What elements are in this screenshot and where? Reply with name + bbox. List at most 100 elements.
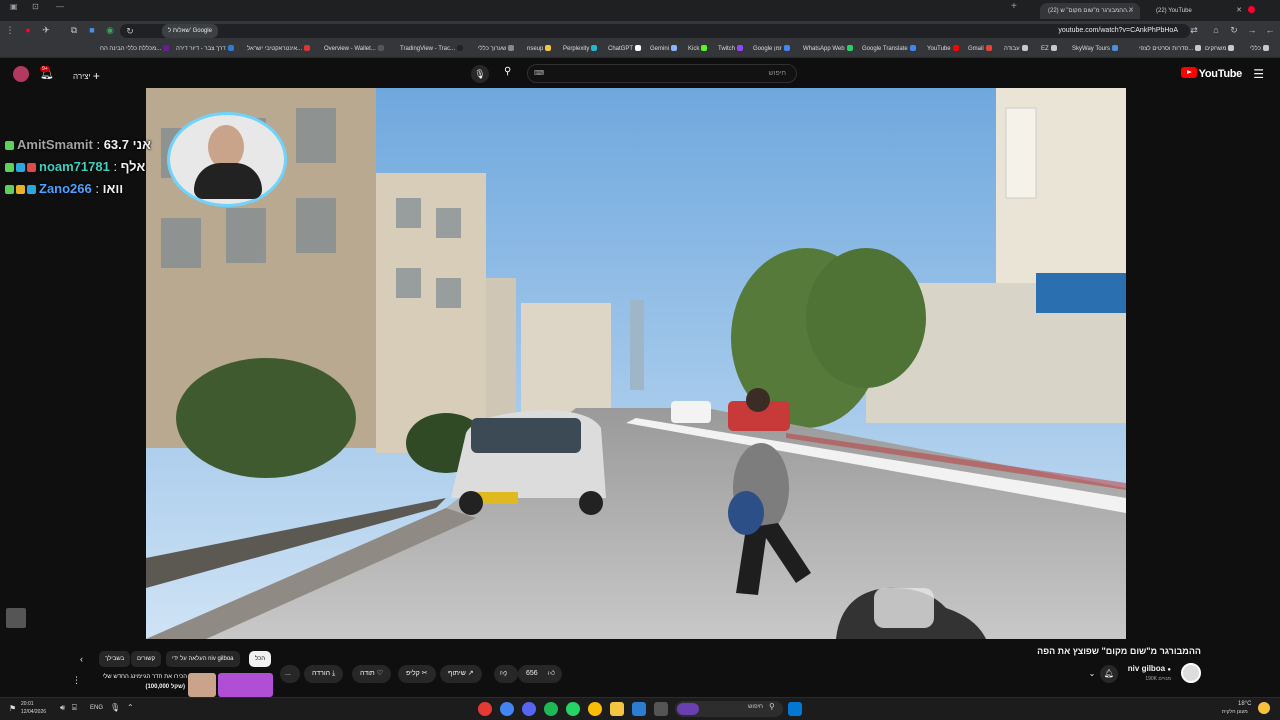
reload-icon[interactable]: ↻ (1228, 24, 1240, 36)
channel-avatar[interactable] (1181, 663, 1201, 683)
clip-button[interactable]: קליפ ✂ (398, 665, 436, 683)
spotify-icon[interactable] (544, 702, 558, 716)
whatsapp-icon[interactable] (566, 702, 580, 716)
bookmark-item[interactable]: Kick (688, 45, 708, 54)
chrome-icon[interactable] (500, 702, 514, 716)
tab-youtube[interactable]: (22) YouTube ✕ (1148, 3, 1248, 19)
notification-icon[interactable]: ⚑ (9, 704, 16, 713)
share-button[interactable]: שיתוף ↗ (440, 665, 482, 683)
taskbar-search-input[interactable]: חיפוש ⚲ (675, 701, 783, 717)
address-bar[interactable]: ↻ שאלות ל' Google youtube.com/watch?v=CA… (120, 24, 1190, 38)
menu-dots-icon[interactable]: ⋮ (4, 24, 16, 36)
search-icon[interactable]: ⚲ (504, 66, 511, 77)
extension-icon[interactable]: ✈ (40, 24, 52, 36)
minimize-icon[interactable]: — (56, 2, 64, 11)
bookmark-item[interactable]: Overview - Wallet... (324, 45, 384, 54)
tab-video[interactable]: (22) ההמבורגר מ"שום מקום" ש... ✕ (1040, 3, 1140, 19)
bookmark-item[interactable]: Gmail (968, 45, 992, 54)
clock-time[interactable]: 20:01 (21, 701, 34, 707)
dislike-button[interactable]: 👎︎ (494, 665, 518, 683)
bookmark-item[interactable]: Twitch (718, 45, 744, 54)
bookmark-item[interactable]: Gemini (650, 45, 678, 54)
microphone-icon[interactable]: 🎙︎ (471, 65, 489, 83)
bookmark-item[interactable]: Google זמן (753, 45, 790, 54)
more-actions-button[interactable]: ... (280, 665, 300, 683)
chat-badge-icon (5, 185, 14, 194)
bookmark-item[interactable]: Perplexity (563, 45, 598, 54)
mic-icon[interactable]: 🎙︎ (110, 703, 120, 712)
search-input[interactable]: ⚲ ⌨ חיפוש (504, 64, 797, 83)
home-icon[interactable]: ⌂ (1210, 24, 1222, 36)
window-menu-icon[interactable]: ▣ (10, 2, 18, 11)
channel-name[interactable]: niv gilboa ● (1128, 664, 1171, 673)
thanks-button[interactable]: תודה ♡ (352, 665, 391, 683)
bookmark-item[interactable]: אינטראקטיבי ישראל... (247, 45, 311, 54)
download-button[interactable]: הורדה ⤓ (304, 665, 344, 683)
chrome-profile-icon[interactable] (588, 702, 602, 716)
extension-icon[interactable]: ■ (86, 24, 98, 36)
chip-related[interactable]: קשורים (131, 651, 162, 667)
chevron-left-icon[interactable]: ‹ (80, 654, 83, 664)
extension-icon[interactable]: ⧉ (68, 24, 80, 36)
bookmark-item[interactable]: YouTube (927, 45, 959, 54)
vertical-tabs-icon[interactable]: ⊡ (32, 2, 39, 11)
volume-icon[interactable]: 🔊︎ (60, 703, 65, 713)
bookmark-item[interactable]: nseup (527, 45, 552, 54)
bookmark-item[interactable]: WhatsApp Web (803, 45, 853, 54)
bookmark-item[interactable]: עבודה (1004, 45, 1028, 54)
bell-icon[interactable]: 🔔︎ (1100, 665, 1118, 683)
chevron-up-icon[interactable]: ⌃ (127, 703, 134, 712)
bookmark-item[interactable]: Google Translate (862, 45, 916, 54)
close-tab-icon[interactable]: ✕ (1236, 3, 1242, 19)
new-tab-icon[interactable]: + (1011, 1, 1017, 12)
chip-from-channel[interactable]: העלאה על ידי niv gilboa (166, 651, 240, 667)
bookmark-item[interactable]: כללי (1250, 45, 1269, 54)
related-video-title[interactable]: הכירו את חדר הגיימינג החדש שלי (92, 674, 187, 680)
more-vert-icon[interactable]: ⋮ (72, 675, 81, 686)
bookmark-favicon-icon (1228, 45, 1235, 51)
bookmark-item[interactable]: דרך צבר - דיור דירה (176, 45, 234, 54)
avatar[interactable] (13, 66, 29, 82)
app-icon[interactable] (478, 702, 492, 716)
bookmark-item[interactable]: EZ (1041, 45, 1057, 54)
bookmark-item[interactable]: סדרות וסרטים לצפי... (1139, 45, 1202, 54)
refresh-icon[interactable]: ↻ (124, 25, 136, 37)
forward-icon[interactable]: → (1246, 24, 1258, 36)
bookmark-item[interactable]: שערוך כללי (478, 45, 515, 54)
discord-icon[interactable] (522, 702, 536, 716)
chip-recent[interactable]: בשבילך (99, 651, 131, 667)
create-button[interactable]: יצירה + (73, 69, 100, 83)
weather-icon[interactable] (1258, 702, 1270, 714)
translate-pill[interactable]: שאלות ל' Google (162, 24, 218, 38)
keyboard-icon[interactable]: ⌨ (534, 69, 544, 77)
youtube-logo[interactable]: YouTube (1180, 67, 1242, 80)
language-indicator[interactable]: ENG (90, 705, 103, 711)
chip-all[interactable]: הכל (249, 651, 272, 667)
back-icon[interactable]: ← (1264, 24, 1276, 36)
video-player[interactable] (146, 88, 1126, 639)
chevron-down-icon[interactable]: ⌄ (1084, 665, 1100, 683)
weather-temp[interactable]: 18°C (1238, 701, 1251, 707)
bookmark-item[interactable]: משחקים (1205, 45, 1235, 54)
network-icon[interactable]: ⌸ (72, 703, 77, 713)
hamburger-menu-icon[interactable]: ☰ (1253, 67, 1264, 81)
file-explorer-icon[interactable] (610, 702, 624, 716)
store-icon[interactable] (632, 702, 646, 716)
extension-icon[interactable]: ◉ (104, 24, 116, 36)
extension-icon[interactable]: ● (22, 24, 34, 36)
clock-date[interactable]: 12/04/2026 (21, 709, 46, 715)
related-video-thumbnail[interactable] (188, 673, 273, 697)
bookmark-favicon-icon (163, 45, 170, 51)
like-icon[interactable]: 👍︎ (548, 670, 555, 677)
bookmark-item[interactable]: ChatGPT (608, 45, 642, 54)
translate-icon[interactable]: ⇄ (1188, 24, 1200, 36)
browser-toolbar: ⋮ ● ✈ ⧉ ■ ◉ ↻ שאלות ל' Google youtube.co… (0, 21, 1280, 41)
like-count[interactable]: 656 (526, 670, 538, 677)
bookmark-item[interactable]: מכללת כללי הבינה הח... (100, 45, 170, 54)
bookmark-item[interactable]: SkyWay Tours (1072, 45, 1119, 54)
close-tab-icon[interactable]: ✕ (1128, 3, 1134, 19)
bookmark-item[interactable]: TradingView - Trac... (400, 45, 464, 54)
windows-start-icon[interactable] (788, 702, 802, 716)
url-text[interactable]: youtube.com/watch?v=CAnkPhPbHoA (1058, 24, 1178, 38)
task-view-icon[interactable] (654, 702, 668, 716)
